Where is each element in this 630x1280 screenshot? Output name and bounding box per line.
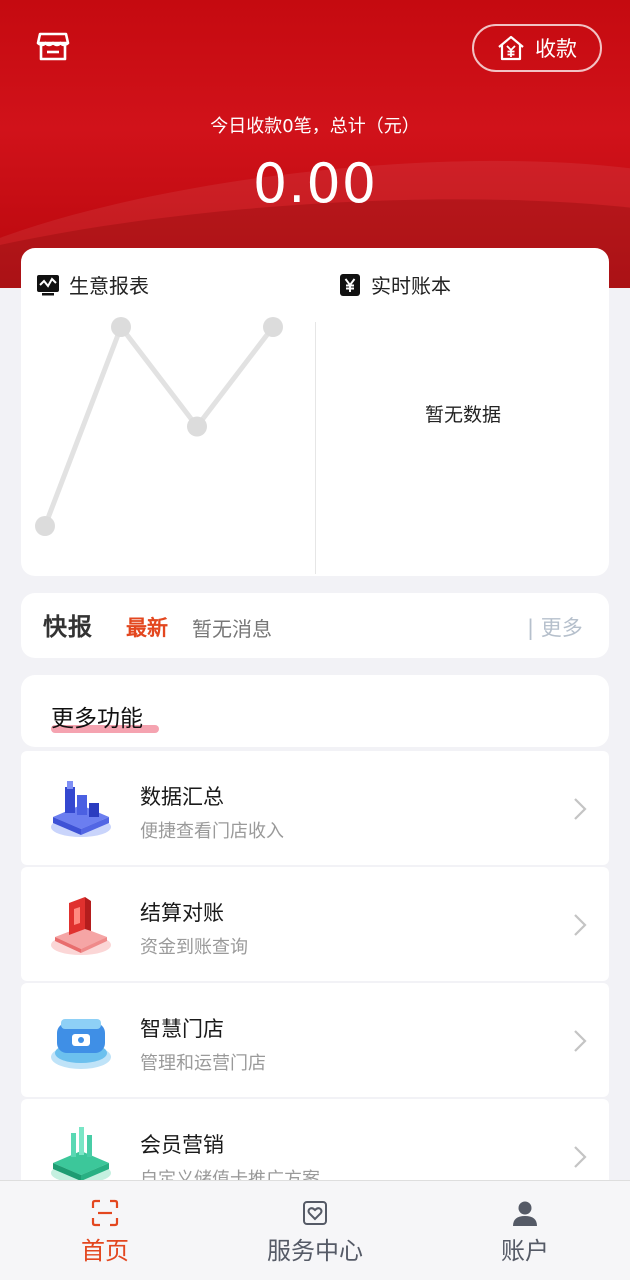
chevron-right-icon (574, 914, 587, 936)
news-more-link[interactable]: | 更多 (527, 612, 583, 642)
chevron-right-icon (574, 1146, 587, 1168)
collect-label: 收款 (535, 37, 577, 61)
account-icon (513, 1201, 537, 1226)
today-summary-label: 今日收款0笔，总计（元） (210, 116, 420, 137)
header-banner: 收款 今日收款0笔，总计（元） 0.00 (0, 0, 630, 288)
no-data-text: 暂无数据 (424, 404, 501, 426)
tab-label: 首页 (81, 1237, 129, 1265)
smart-store-icon (51, 1019, 111, 1069)
news-latest-badge: 最新 (126, 616, 168, 640)
trend-point (187, 416, 207, 437)
ledger-yen-icon (340, 273, 360, 296)
tab-account[interactable]: 账户 (420, 1181, 630, 1280)
more-functions-header: 更多功能 (21, 675, 609, 747)
tab-label: 账户 (501, 1237, 549, 1265)
data-summary-icon (51, 781, 111, 837)
feature-title: 智慧门店 (140, 1017, 224, 1041)
feature-title: 结算对账 (140, 901, 224, 925)
realtime-ledger-link[interactable]: 实时账本 (339, 270, 451, 299)
report-chart-icon (37, 274, 59, 295)
bottom-tab-bar: 首页 服务中心 账户 (0, 1180, 630, 1280)
more-functions-title: 更多功能 (51, 706, 143, 732)
feature-title: 会员营销 (140, 1133, 224, 1157)
news-message: 暂无消息 (192, 617, 272, 641)
collect-payment-button[interactable]: 收款 (472, 24, 602, 72)
service-center-icon (303, 1201, 327, 1225)
report-card: 生意报表 实时账本 暂无数据 (21, 248, 609, 576)
business-report-link[interactable]: 生意报表 (37, 270, 149, 299)
news-bar[interactable]: 快报 最新 暂无消息 | 更多 (21, 593, 609, 658)
feature-subtitle: 便捷查看门店收入 (140, 821, 284, 842)
store-icon[interactable] (36, 30, 70, 62)
news-logo: 快报 (43, 613, 93, 641)
realtime-ledger-title: 实时账本 (371, 274, 451, 298)
tab-service-center[interactable]: 服务中心 (210, 1181, 420, 1280)
collect-house-icon (498, 35, 524, 61)
business-trend-chart (35, 317, 283, 536)
feature-row-settlement[interactable]: 结算对账 资金到账查询 (21, 867, 609, 981)
business-report-title: 生意报表 (69, 274, 149, 298)
total-amount: 0.00 (252, 152, 378, 215)
scan-home-icon (91, 1199, 119, 1227)
trend-point (111, 317, 131, 337)
tab-label: 服务中心 (267, 1237, 363, 1265)
feature-subtitle: 资金到账查询 (140, 937, 248, 958)
settlement-icon (51, 897, 111, 955)
chevron-right-icon (574, 1030, 587, 1052)
feature-title: 数据汇总 (140, 785, 224, 809)
feature-subtitle: 管理和运营门店 (140, 1053, 266, 1074)
chevron-right-icon (574, 798, 587, 820)
tab-home[interactable]: 首页 (0, 1181, 210, 1280)
trend-point (35, 516, 55, 536)
feature-row-smart-store[interactable]: 智慧门店 管理和运营门店 (21, 983, 609, 1097)
card-divider (315, 322, 316, 574)
trend-line (42, 324, 275, 527)
feature-row-data-summary[interactable]: 数据汇总 便捷查看门店收入 (21, 751, 609, 865)
trend-point (263, 317, 283, 337)
